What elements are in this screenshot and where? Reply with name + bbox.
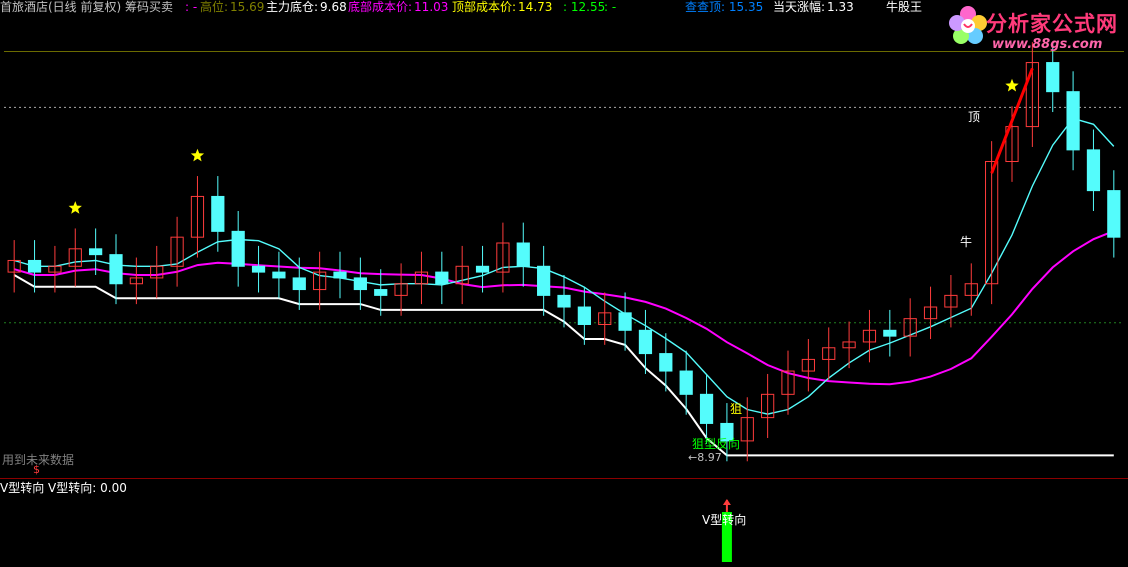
candle-body bbox=[475, 265, 490, 273]
star-marker bbox=[190, 148, 205, 162]
candle-body bbox=[374, 289, 388, 296]
top-cost-label: 顶部成本价: bbox=[452, 0, 517, 14]
v-signal-arrowhead bbox=[722, 499, 731, 505]
candle-body bbox=[353, 277, 367, 291]
candle-body bbox=[516, 242, 530, 267]
logo-text: 分析家公式网 bbox=[986, 12, 1118, 36]
star-marker bbox=[1005, 78, 1019, 92]
candle-body bbox=[251, 265, 266, 273]
candle-body bbox=[333, 271, 347, 279]
main-label: 主力底仓: bbox=[266, 0, 319, 14]
bull-king-label: 牛股王 bbox=[886, 0, 923, 14]
low-price-label: ←8.97 bbox=[688, 451, 722, 464]
chart-header: 首旅酒店(日线 前复权) 筹码买卖 bbox=[0, 0, 175, 14]
candle-body bbox=[89, 248, 103, 256]
candle-body bbox=[109, 254, 123, 285]
candle-body bbox=[1086, 149, 1101, 192]
bull-king-indicator: 牛股王 bbox=[886, 0, 924, 14]
today-gain-value: 1.33 bbox=[827, 0, 854, 14]
price-chart bbox=[4, 42, 1124, 562]
flower-icon bbox=[949, 6, 987, 44]
v-signal-label: V型转向 bbox=[702, 513, 747, 527]
ju-reverse-label: 狙型反向 bbox=[692, 437, 741, 451]
candle-body bbox=[537, 265, 551, 296]
dollar-mark: $ bbox=[33, 463, 40, 476]
bottom-cost-label: 底部成本价: bbox=[348, 0, 413, 14]
ding-label: 顶 bbox=[968, 110, 981, 124]
sub-panel-title: V型转向 V型转向: 0.00 bbox=[0, 481, 127, 495]
candle-body bbox=[231, 230, 245, 267]
candle-body bbox=[211, 195, 225, 232]
main-indicator: 主力底仓: 9.68 bbox=[266, 0, 349, 14]
candle-body bbox=[699, 393, 714, 424]
star-marker bbox=[68, 201, 82, 214]
candle-body bbox=[557, 294, 571, 308]
top-check-indicator: 查查顶: 15.35 bbox=[685, 0, 765, 14]
high-indicator: 高位: 15.69 bbox=[200, 0, 266, 14]
misc-indicator: : 12.55 bbox=[563, 0, 607, 14]
candle-body bbox=[292, 277, 306, 291]
high-label: 高位: bbox=[200, 0, 229, 14]
ju-label: 狙 bbox=[730, 402, 743, 416]
sub-panel-name: V型转向 bbox=[0, 481, 45, 495]
misc-value: : 12.55 bbox=[563, 0, 606, 14]
sub-panel-value: 0.00 bbox=[100, 481, 127, 495]
candle-body bbox=[618, 312, 632, 331]
panel-divider bbox=[0, 478, 1128, 479]
candle-body bbox=[883, 329, 897, 337]
header-sep-2: : - bbox=[604, 0, 617, 14]
candle-body bbox=[27, 259, 42, 273]
today-gain-label: 当天涨幅: bbox=[773, 0, 826, 14]
site-logo: 分析家公式网 www.88gs.com bbox=[946, 2, 1126, 56]
candle-body bbox=[638, 329, 653, 355]
candle-body bbox=[272, 271, 286, 279]
stock-title: 首旅酒店(日线 前复权) 筹码买卖 bbox=[0, 0, 173, 14]
candle-body bbox=[679, 370, 693, 395]
candle-body bbox=[1107, 190, 1121, 238]
candle-body bbox=[577, 306, 591, 325]
candle-body bbox=[1066, 91, 1080, 151]
candle-body bbox=[435, 271, 449, 285]
candle-body bbox=[1046, 62, 1060, 93]
header-sep-1: : - bbox=[185, 0, 198, 14]
top-cost-indicator: 顶部成本价: 14.73 bbox=[452, 0, 554, 14]
sub-panel-value-label: V型转向: bbox=[48, 481, 97, 495]
high-value: 15.69 bbox=[230, 0, 265, 14]
main-value: 9.68 bbox=[320, 0, 347, 14]
today-gain-indicator: 当天涨幅: 1.33 bbox=[773, 0, 856, 14]
candle-body bbox=[659, 353, 673, 372]
top-cost-value: 14.73 bbox=[518, 0, 553, 14]
bottom-cost-indicator: 底部成本价: 11.03 bbox=[348, 0, 450, 14]
logo-url: www.88gs.com bbox=[992, 37, 1103, 52]
niu-label: 牛 bbox=[960, 235, 973, 249]
bottom-cost-value: 11.03 bbox=[414, 0, 449, 14]
top-check-label: 查查顶: 15.35 bbox=[685, 0, 764, 14]
